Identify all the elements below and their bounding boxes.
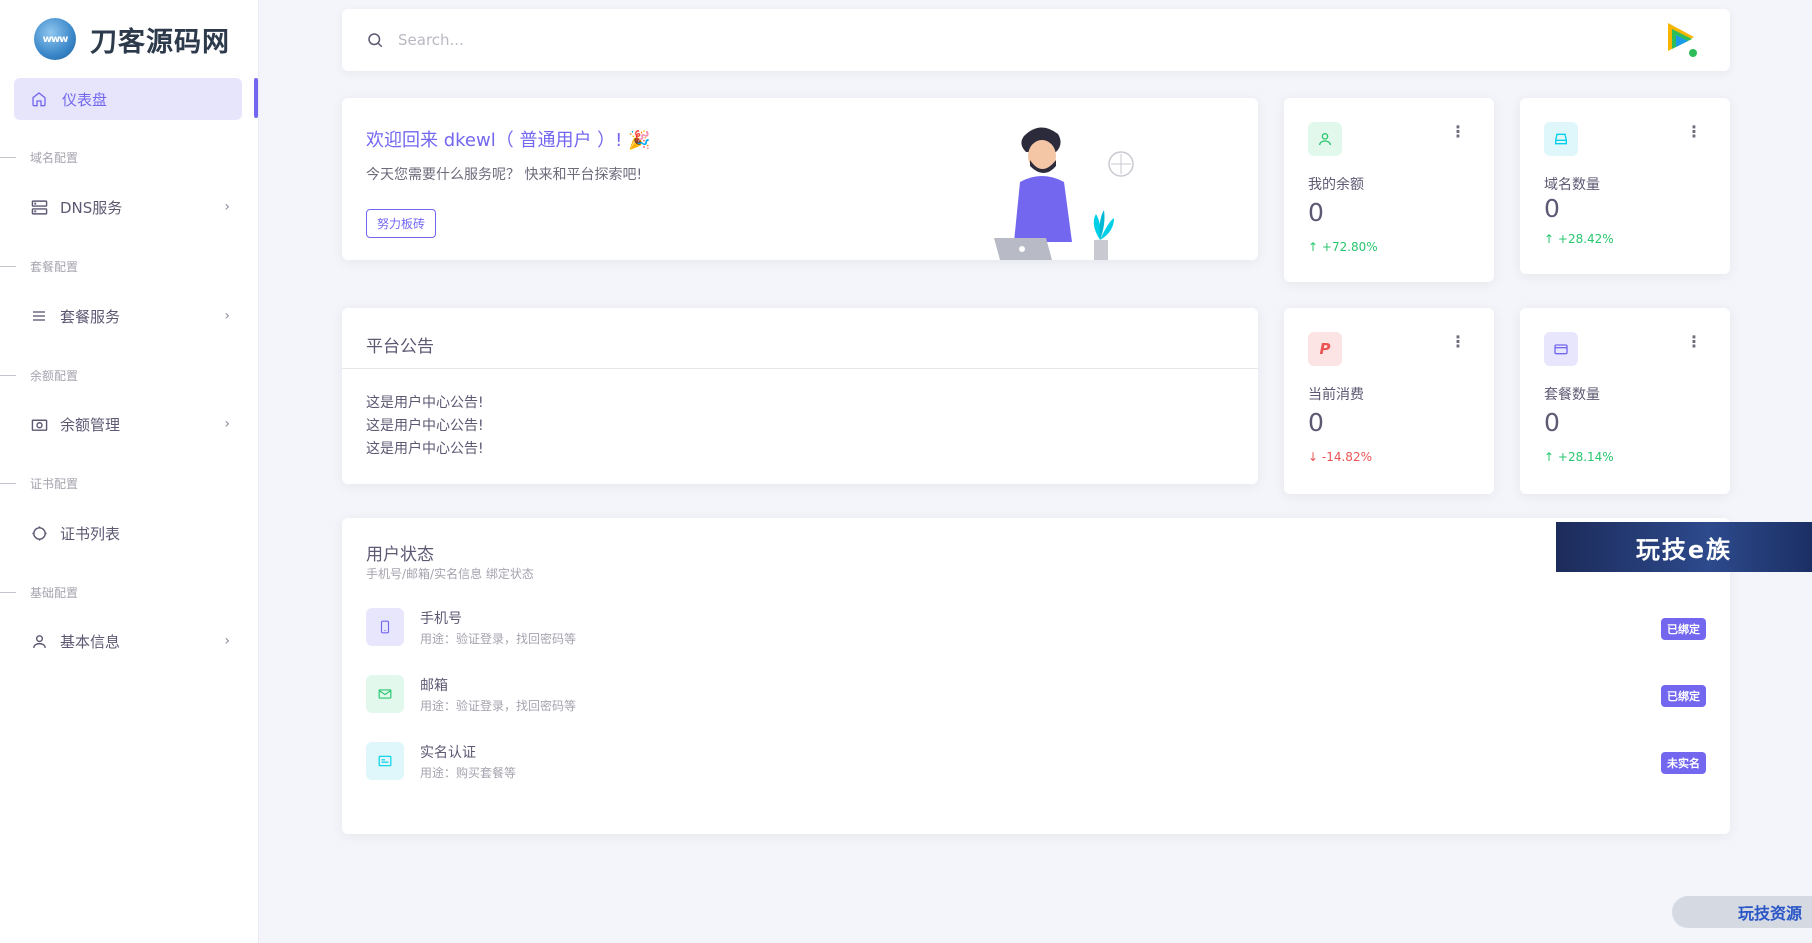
row-desc: 用途：验证登录，找回密码等	[420, 632, 577, 646]
stat-change: ↑ +72.80%	[1308, 240, 1378, 254]
sidebar-item-cert-list[interactable]: 证书列表	[30, 518, 230, 548]
row-desc: 用途：验证登录，找回密码等	[420, 699, 577, 713]
circle-icon	[30, 524, 48, 542]
user-status-subtitle: 手机号/邮箱/实名信息 绑定状态	[366, 567, 534, 581]
mail-icon	[366, 675, 404, 713]
sidebar: www 刀客源码网 仪表盘 域名配置 DNS服务 › 套餐配置 套餐服务 › 余…	[0, 0, 259, 943]
stat-label: 域名数量	[1544, 177, 1600, 193]
home-icon	[30, 90, 48, 108]
stat-change: ↑ +28.42%	[1544, 232, 1614, 246]
row-name: 邮箱	[420, 678, 448, 694]
sidebar-item-label: 基本信息	[60, 632, 121, 651]
search-icon[interactable]	[366, 31, 384, 49]
sidebar-item-label: 余额管理	[60, 415, 121, 434]
menu-icon	[30, 307, 48, 325]
stat-value: 0	[1308, 408, 1324, 437]
welcome-button[interactable]: 努力板砖	[366, 209, 437, 238]
notice-line: 这是用户中心公告!	[366, 418, 484, 434]
watermark-corner: 玩技资源	[1672, 896, 1812, 928]
watermark-banner: 玩技e族	[1556, 522, 1812, 572]
more-vertical-icon[interactable]: ⋮	[1450, 334, 1466, 350]
more-vertical-icon[interactable]: ⋮	[1686, 334, 1702, 350]
section-title-domain: 域名配置	[0, 149, 78, 166]
stat-label: 当前消费	[1308, 387, 1364, 403]
stat-label: 我的余额	[1308, 177, 1364, 193]
stat-label: 套餐数量	[1544, 387, 1600, 403]
status-badge: 已绑定	[1661, 618, 1706, 640]
top-search-bar: Search...	[342, 9, 1730, 71]
more-vertical-icon[interactable]: ⋮	[1686, 124, 1702, 140]
more-vertical-icon[interactable]: ⋮	[1450, 124, 1466, 140]
divider	[342, 368, 1258, 369]
stat-change: ↓ -14.82%	[1308, 450, 1372, 464]
stat-value: 0	[1544, 408, 1560, 437]
sidebar-item-label: DNS服务	[60, 198, 123, 217]
section-title-cert: 证书配置	[0, 475, 78, 492]
section-title-basic: 基础配置	[0, 584, 78, 601]
chevron-right-icon: ›	[224, 416, 230, 432]
sidebar-item-dashboard[interactable]: 仪表盘	[14, 78, 242, 120]
sidebar-item-label: 仪表盘	[62, 90, 108, 109]
sidebar-item-basic-info[interactable]: 基本信息 ›	[30, 626, 230, 656]
row-name: 实名认证	[420, 745, 476, 761]
arrow-down-icon: ↓	[1308, 450, 1319, 464]
user-status-title: 用户状态	[366, 545, 434, 565]
stat-card-spending: P ⋮ 当前消费 0 ↓ -14.82%	[1284, 308, 1494, 494]
welcome-card: 欢迎回来 dkewl（ 普通用户 ）! 🎉 今天您需要什么服务呢？ 快来和平台探…	[342, 98, 1258, 260]
sidebar-item-balance[interactable]: 余额管理 ›	[30, 409, 230, 439]
developer-illustration	[994, 127, 1134, 260]
sidebar-item-dns[interactable]: DNS服务 ›	[30, 192, 230, 222]
chevron-right-icon: ›	[224, 199, 230, 215]
stat-card-balance: ⋮ 我的余额 0 ↑ +72.80%	[1284, 98, 1494, 282]
sidebar-item-package[interactable]: 套餐服务 ›	[30, 301, 230, 331]
wallet-icon	[1544, 332, 1578, 366]
arrow-up-icon: ↑	[1308, 240, 1319, 254]
active-indicator	[254, 78, 258, 118]
list-item-phone[interactable]: 手机号 用途：验证登录，找回密码等 已绑定	[366, 608, 1706, 650]
hard-drive-icon	[1544, 122, 1578, 156]
user-icon	[30, 632, 48, 650]
arrow-up-icon: ↑	[1544, 450, 1555, 464]
user-status-card: 用户状态 手机号/邮箱/实名信息 绑定状态 手机号 用途：验证登录，找回密码等 …	[342, 518, 1730, 834]
sidebar-item-label: 证书列表	[60, 524, 121, 543]
camera-icon	[30, 415, 48, 433]
welcome-subtitle: 今天您需要什么服务呢？ 快来和平台探索吧!	[366, 167, 643, 183]
welcome-title: 欢迎回来 dkewl（ 普通用户 ）! 🎉	[366, 130, 651, 151]
globe-logo-icon: www	[34, 18, 76, 60]
list-item-realname[interactable]: 实名认证 用途：购买套餐等 未实名	[366, 742, 1706, 784]
chevron-right-icon: ›	[224, 308, 230, 324]
search-input[interactable]: Search...	[398, 31, 464, 49]
status-badge: 已绑定	[1661, 685, 1706, 707]
arrow-up-icon: ↑	[1544, 232, 1555, 246]
id-card-icon	[366, 742, 404, 780]
stat-card-domains: ⋮ 域名数量 0 ↑ +28.42%	[1520, 98, 1730, 274]
notice-line: 这是用户中心公告!	[366, 441, 484, 457]
section-title-package: 套餐配置	[0, 258, 78, 275]
list-item-email[interactable]: 邮箱 用途：验证登录，找回密码等 已绑定	[366, 675, 1706, 717]
brand-name: 刀客源码网	[90, 26, 230, 58]
notice-line: 这是用户中心公告!	[366, 395, 484, 411]
section-title-balance: 余额配置	[0, 367, 78, 384]
server-icon	[30, 198, 48, 216]
row-desc: 用途：购买套餐等	[420, 766, 517, 780]
stat-value: 0	[1544, 194, 1560, 223]
stat-card-packages: ⋮ 套餐数量 0 ↑ +28.14%	[1520, 308, 1730, 494]
chevron-right-icon: ›	[224, 633, 230, 649]
phone-icon	[366, 608, 404, 646]
video-app-icon[interactable]	[1662, 19, 1700, 63]
notice-title: 平台公告	[366, 337, 434, 357]
stat-value: 0	[1308, 198, 1324, 227]
notice-card: 平台公告 这是用户中心公告! 这是用户中心公告! 这是用户中心公告!	[342, 308, 1258, 484]
row-name: 手机号	[420, 611, 462, 627]
brand[interactable]: www 刀客源码网	[34, 18, 230, 60]
sidebar-item-label: 套餐服务	[60, 307, 121, 326]
stat-change: ↑ +28.14%	[1544, 450, 1614, 464]
paypal-icon: P	[1308, 332, 1342, 366]
user-icon	[1308, 122, 1342, 156]
status-badge: 未实名	[1661, 752, 1706, 774]
